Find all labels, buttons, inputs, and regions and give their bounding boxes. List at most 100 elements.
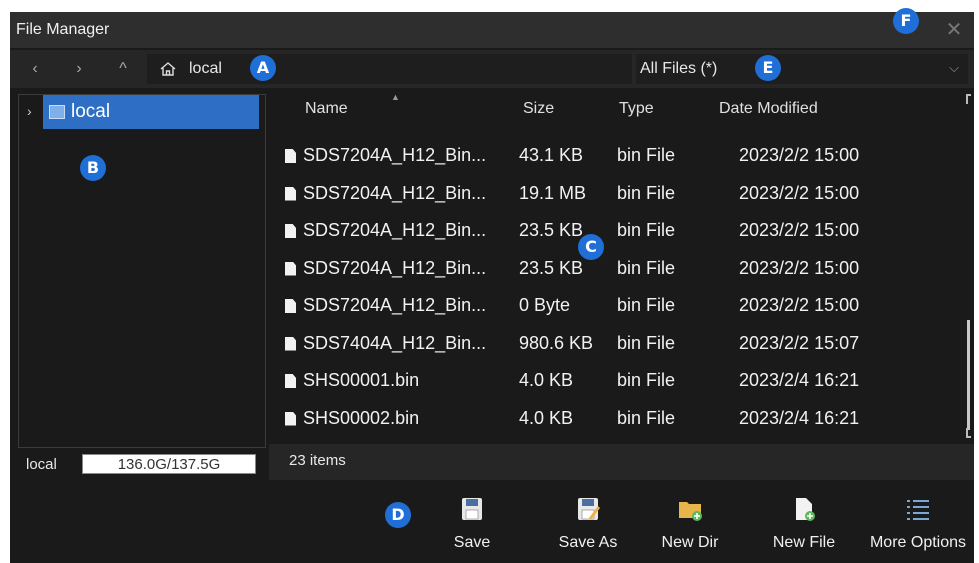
file-manager-window: File Manager ✕ ‹ › ^ local All Files (*)… bbox=[10, 12, 974, 563]
file-name: SDS7404A_H12_Bin... bbox=[303, 332, 487, 353]
column-date-modified[interactable]: Date Modified bbox=[719, 100, 818, 118]
callout-marker-a: A bbox=[250, 55, 276, 81]
file-size: 23.5 KB bbox=[519, 257, 584, 278]
expand-arrow-icon[interactable]: › bbox=[27, 103, 32, 119]
callout-marker-f: F bbox=[893, 8, 919, 34]
save-icon bbox=[462, 498, 482, 520]
column-type[interactable]: Type bbox=[619, 100, 654, 118]
storage-usage-text: 136.0G/137.5G bbox=[117, 456, 221, 473]
title-bar: File Manager ✕ bbox=[10, 12, 974, 48]
file-icon bbox=[285, 299, 296, 313]
tree-item-local[interactable]: › local bbox=[19, 95, 265, 129]
file-row[interactable]: SDS7204A_H12_Bin... 23.5 KB bin File 202… bbox=[269, 251, 959, 289]
new-file-button[interactable]: New File bbox=[754, 492, 854, 558]
directory-tree: › local bbox=[18, 94, 266, 448]
new-file-icon bbox=[796, 498, 815, 521]
chevron-down-icon: ⌵ bbox=[949, 60, 959, 75]
forward-button[interactable]: › bbox=[68, 58, 90, 80]
scrollbar-cap-bottom bbox=[966, 428, 971, 438]
file-icon bbox=[285, 374, 296, 388]
file-filter-select[interactable]: All Files (*) ⌵ bbox=[636, 54, 968, 84]
file-rows: SDS7204A_H12_Bin... 43.1 KB bin File 202… bbox=[269, 138, 959, 438]
callout-marker-b: B bbox=[80, 155, 106, 181]
file-type: bin File bbox=[617, 257, 676, 278]
file-row[interactable]: SDS7204A_H12_Bin... 43.1 KB bin File 202… bbox=[269, 138, 959, 176]
file-size: 980.6 KB bbox=[519, 332, 594, 353]
file-size: 0 Byte bbox=[519, 295, 571, 315]
save-label: Save bbox=[453, 534, 491, 551]
file-date: 2023/2/2 15:07 bbox=[739, 332, 860, 353]
path-label: local bbox=[189, 60, 222, 77]
file-date: 2023/2/2 15:00 bbox=[739, 257, 860, 278]
drive-icon bbox=[49, 105, 65, 119]
save-as-icon bbox=[578, 498, 600, 520]
scrollbar-thumb[interactable] bbox=[967, 320, 970, 430]
file-type: bin File bbox=[617, 407, 676, 428]
save-button[interactable]: Save bbox=[422, 492, 522, 558]
file-row[interactable]: SHS00001.bin 4.0 KB bin File 2023/2/4 16… bbox=[269, 363, 959, 401]
callout-marker-c: C bbox=[578, 234, 604, 260]
column-header: Name ▲ Size Type Date Modified bbox=[269, 92, 974, 126]
scrollbar-cap-top bbox=[966, 94, 971, 104]
file-name: SHS00001.bin bbox=[303, 370, 420, 390]
file-list: Name ▲ Size Type Date Modified SDS7204A_… bbox=[269, 92, 974, 444]
file-icon bbox=[285, 186, 296, 201]
file-name: SDS7204A_H12_Bin... bbox=[303, 220, 487, 240]
save-as-label: Save As bbox=[558, 534, 618, 551]
file-type: bin File bbox=[617, 295, 676, 315]
file-icon bbox=[285, 149, 296, 163]
more-options-button[interactable]: More Options bbox=[868, 492, 968, 558]
file-row[interactable]: SDS7404A_H12_Bin... 980.6 KB bin File 20… bbox=[269, 326, 959, 364]
file-date: 2023/2/4 16:21 bbox=[739, 370, 860, 390]
new-folder-icon bbox=[679, 502, 702, 521]
new-dir-label: New Dir bbox=[661, 534, 719, 551]
file-date: 2023/2/2 15:00 bbox=[739, 295, 860, 315]
file-date: 2023/2/2 15:00 bbox=[739, 220, 860, 240]
file-name: SDS7204A_H12_Bin... bbox=[303, 257, 487, 278]
back-button[interactable]: ‹ bbox=[24, 58, 46, 80]
close-button[interactable]: ✕ bbox=[942, 18, 966, 42]
callout-marker-d: D bbox=[385, 502, 411, 528]
storage-label: local bbox=[26, 456, 57, 473]
file-name: SDS7204A_H12_Bin... bbox=[303, 182, 487, 203]
file-date: 2023/2/4 16:21 bbox=[739, 407, 860, 428]
file-type: bin File bbox=[617, 332, 676, 353]
callout-marker-e: E bbox=[755, 55, 781, 81]
file-name: SHS00002.bin bbox=[303, 407, 420, 428]
file-list-scrollbar[interactable] bbox=[965, 92, 974, 444]
file-size: 23.5 KB bbox=[519, 220, 584, 240]
file-size: 4.0 KB bbox=[519, 407, 574, 428]
new-dir-button[interactable]: New Dir bbox=[640, 492, 740, 558]
more-options-label: More Options bbox=[869, 534, 967, 551]
column-size[interactable]: Size bbox=[523, 100, 554, 118]
file-size: 19.1 MB bbox=[519, 182, 587, 203]
file-type: bin File bbox=[617, 182, 676, 203]
file-row[interactable]: SDS7204A_H12_Bin... 19.1 MB bin File 202… bbox=[269, 176, 959, 214]
file-filter-value: All Files (*) bbox=[640, 60, 718, 77]
file-row[interactable]: SDS7204A_H12_Bin... 0 Byte bin File 2023… bbox=[269, 288, 959, 326]
file-icon bbox=[285, 224, 296, 238]
file-type: bin File bbox=[617, 145, 676, 165]
file-size: 43.1 KB bbox=[519, 145, 584, 165]
action-toolbar: Save Save As New Dir New File More Optio… bbox=[10, 482, 974, 563]
list-icon bbox=[907, 500, 929, 520]
file-icon bbox=[285, 261, 296, 276]
file-date: 2023/2/2 15:00 bbox=[739, 145, 860, 165]
file-icon bbox=[285, 411, 296, 426]
status-bar: 23 items bbox=[269, 444, 974, 480]
sort-indicator-icon: ▲ bbox=[391, 92, 400, 102]
new-file-label: New File bbox=[772, 534, 836, 551]
window-title: File Manager bbox=[16, 21, 110, 38]
file-name: SDS7204A_H12_Bin... bbox=[303, 295, 487, 315]
save-as-button[interactable]: Save As bbox=[538, 492, 638, 558]
file-type: bin File bbox=[617, 370, 676, 390]
file-row[interactable]: SDS7204A_H12_Bin... 23.5 KB bin File 202… bbox=[269, 213, 959, 251]
file-row[interactable]: SHS00002.bin 4.0 KB bin File 2023/2/4 16… bbox=[269, 401, 959, 439]
storage-info: local 136.0G/137.5G bbox=[18, 448, 266, 478]
file-icon bbox=[285, 336, 296, 351]
up-button[interactable]: ^ bbox=[112, 58, 134, 80]
column-name[interactable]: Name bbox=[305, 100, 348, 118]
item-count: 23 items bbox=[289, 452, 346, 469]
home-icon bbox=[160, 62, 176, 76]
path-field[interactable]: local bbox=[147, 54, 632, 84]
